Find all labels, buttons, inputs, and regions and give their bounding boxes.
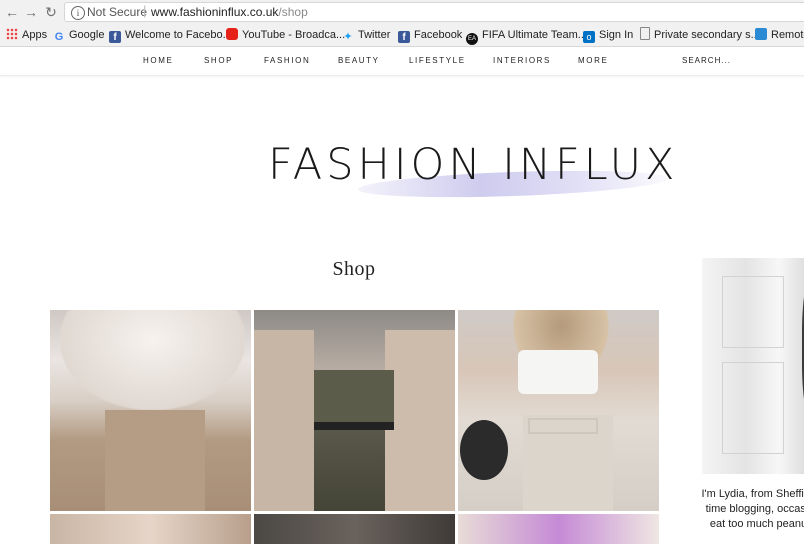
- door-panel: [722, 276, 784, 348]
- cardigan-shape: [254, 330, 314, 511]
- info-icon[interactable]: i: [71, 6, 85, 20]
- bookmark-facebook-welcome[interactable]: f Welcome to Facebo...: [109, 27, 232, 43]
- nav-shop[interactable]: SHOP: [204, 56, 233, 65]
- bookmark-google[interactable]: G Google: [53, 27, 105, 43]
- search-input[interactable]: SEARCH...: [682, 56, 731, 65]
- bookmark-private-secondary[interactable]: Private secondary s...: [640, 27, 760, 43]
- product-image[interactable]: [458, 310, 659, 511]
- url-domain: www.fashioninflux.co.uk: [151, 5, 279, 19]
- bookmark-facebook[interactable]: f Facebook: [398, 27, 462, 43]
- browser-toolbar: ← → ↻ i Not Secure | www.fashioninflux.c…: [0, 0, 804, 24]
- top-shape: [314, 370, 394, 425]
- site-logo[interactable]: FASHION INFLUX: [268, 138, 758, 208]
- site-navigation: HOME SHOP FASHION BEAUTY LIFESTYLE INTER…: [0, 47, 804, 76]
- url-separator: |: [143, 3, 147, 18]
- back-arrow-icon[interactable]: ←: [3, 3, 21, 21]
- page-title: Shop: [332, 258, 376, 280]
- reload-icon[interactable]: ↻: [42, 3, 60, 21]
- skirt-shape: [105, 410, 205, 511]
- bookmark-sign-in[interactable]: o Sign In: [583, 27, 633, 43]
- logo-text: FASHION INFLUX: [268, 140, 679, 190]
- nav-lifestyle[interactable]: LIFESTYLE: [409, 56, 466, 65]
- document-icon: [640, 27, 650, 40]
- bookmark-fifa[interactable]: EA FIFA Ultimate Team...: [466, 27, 587, 45]
- google-icon: G: [54, 31, 64, 43]
- security-label: Not Secure: [87, 5, 148, 19]
- door-panel: [722, 362, 784, 454]
- bag-shape: [460, 420, 508, 480]
- apps-grid-icon: [6, 28, 18, 40]
- remote-icon: [755, 28, 767, 40]
- nav-home[interactable]: HOME: [143, 56, 173, 65]
- facebook-icon: f: [109, 31, 121, 43]
- bookmark-apps[interactable]: Apps: [6, 27, 47, 43]
- bio-line: eat too much peanut: [709, 518, 804, 530]
- jacket-shape: [60, 310, 245, 410]
- ea-icon: EA: [466, 33, 478, 45]
- belt-shape: [314, 422, 394, 430]
- bookmark-twitter[interactable]: ✦ Twitter: [342, 27, 390, 43]
- url-path: /shop: [278, 5, 308, 19]
- author-photo: [702, 258, 804, 474]
- product-image[interactable]: [254, 310, 455, 511]
- url-text[interactable]: www.fashioninflux.co.uk/shop: [151, 5, 308, 19]
- nav-interiors[interactable]: INTERIORS: [493, 56, 551, 65]
- outlook-icon: o: [583, 31, 595, 43]
- product-image[interactable]: [50, 310, 251, 511]
- bookmarks-bar: Apps G Google f Welcome to Facebo... YouTu…: [0, 24, 804, 47]
- youtube-icon: [226, 28, 238, 40]
- nav-fashion[interactable]: FASHION: [264, 56, 310, 65]
- nav-more[interactable]: MORE: [578, 56, 608, 65]
- bookmark-youtube[interactable]: YouTube - Broadca...: [226, 27, 345, 43]
- bio-line: time blogging, occasio: [705, 503, 804, 515]
- crop-top-shape: [518, 350, 598, 394]
- nav-beauty[interactable]: BEAUTY: [338, 56, 380, 65]
- bookmark-remote[interactable]: Remote: [755, 27, 804, 43]
- twitter-icon: ✦: [343, 31, 353, 43]
- address-bar[interactable]: i Not Secure | www.fashioninflux.co.uk/s…: [64, 2, 804, 22]
- belt-shape: [528, 418, 598, 434]
- bio-line: I'm Lydia, from Sheffield: [701, 488, 804, 500]
- forward-arrow-icon[interactable]: →: [22, 3, 40, 21]
- facebook-icon: f: [398, 31, 410, 43]
- cardigan-shape: [385, 330, 455, 511]
- author-bio: I'm Lydia, from Sheffield time blogging,…: [700, 487, 804, 532]
